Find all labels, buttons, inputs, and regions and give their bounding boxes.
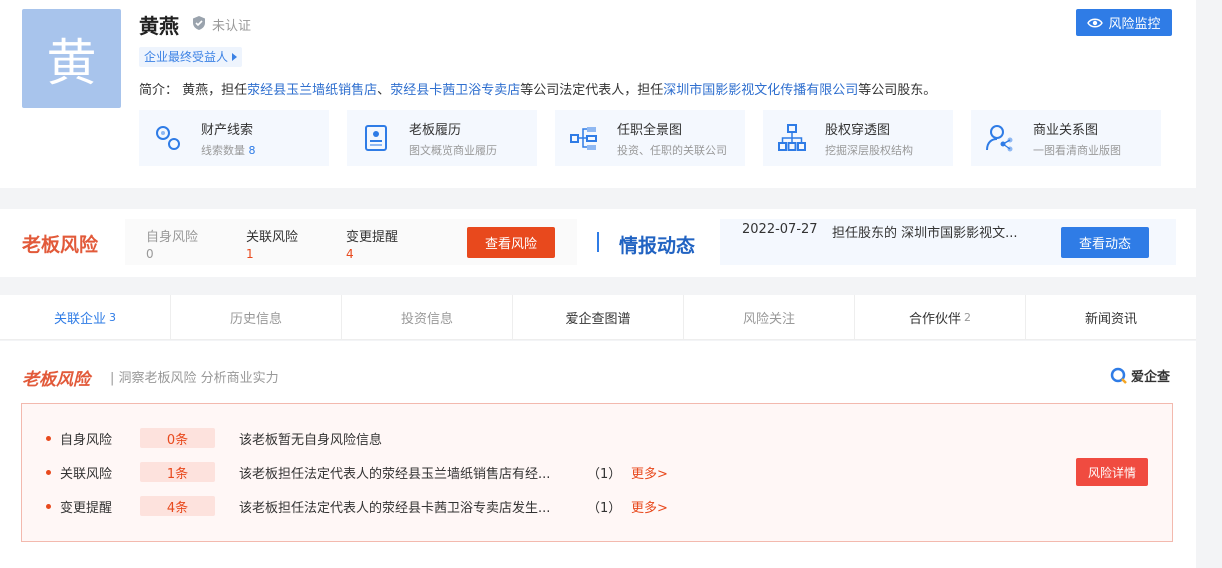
feature-position-panorama[interactable]: 任职全景图 投资、任职的关联公司 <box>555 110 745 166</box>
eye-icon <box>1087 18 1104 27</box>
row-count: （1） <box>587 501 622 516</box>
verify-status: 未认证 <box>212 19 252 34</box>
avatar: 黄 <box>22 9 121 108</box>
feature-business-relation[interactable]: 商业关系图 一图看清商业版图 <box>971 110 1161 166</box>
view-dynamics-button[interactable]: 查看动态 <box>1061 227 1149 258</box>
count-pill: 0条 <box>140 428 215 448</box>
boss-risk-title: 老板风险 <box>22 234 99 256</box>
section-subtitle: | 洞察老板风险 分析商业实力 <box>110 371 279 386</box>
beneficiary-tag[interactable]: 企业最终受益人 <box>139 47 243 67</box>
tab-bar: 关联企业 3 历史信息 投资信息 爱企查图谱 风险关注 合作伙伴 2 新闻资讯 <box>0 295 1196 340</box>
caret-right-icon <box>232 53 238 61</box>
more-link[interactable]: 更多> <box>631 497 668 516</box>
resume-icon <box>357 119 395 157</box>
risk-row-related: 关联风险 1条 该老板担任法定代表人的荥经县玉兰墙纸销售店有经... （1） 更… <box>0 462 1196 482</box>
company-link-3[interactable]: 深圳市国影影视文化传播有限公司 <box>663 83 858 98</box>
bullet-dot <box>46 469 51 475</box>
tab-history[interactable]: 历史信息 <box>171 295 342 339</box>
count-pill: 1条 <box>140 462 215 482</box>
intro-text: 简介： 黄燕，担任荥经县玉兰墙纸销售店、荥经县卡茜卫浴专卖店等公司法定代表人，担… <box>139 83 937 98</box>
company-link-1[interactable]: 荥经县玉兰墙纸销售店 <box>247 83 377 98</box>
risk-row-self: 自身风险 0条 该老板暂无自身风险信息 <box>0 428 1196 448</box>
beneficiary-tag-label: 企业最终受益人 <box>144 50 229 64</box>
related-risk-stat: 关联风险 1 <box>246 230 299 261</box>
tab-aiqicha-graph[interactable]: 爱企查图谱 <box>513 295 684 339</box>
intel-date: 2022-07-27 <box>742 222 818 237</box>
row-text: 该老板暂无自身风险信息 <box>239 433 383 448</box>
tab-partners[interactable]: 合作伙伴 2 <box>855 295 1026 339</box>
row-text[interactable]: 该老板担任法定代表人的荥经县玉兰墙纸销售店有经... <box>239 463 550 482</box>
row-text[interactable]: 该老板担任法定代表人的荥经县卡茜卫浴专卖店发生... <box>239 497 550 516</box>
feature-property-clues[interactable]: 财产线索 线索数量 8 <box>139 110 329 166</box>
bullet-dot <box>46 435 51 441</box>
intel-text[interactable]: 担任股东的 深圳市国影影视文... <box>832 222 1018 241</box>
person-name: 黄燕 <box>139 14 179 38</box>
section-title: 老板风险 <box>22 370 90 390</box>
risk-monitor-label: 风险监控 <box>1108 17 1161 32</box>
intel-title: 情报动态 <box>619 235 696 257</box>
feature-boss-resume[interactable]: 老板履历 图文概览商业履历 <box>347 110 537 166</box>
risk-detail-button[interactable]: 风险详情 <box>1076 458 1148 486</box>
tab-risk-focus[interactable]: 风险关注 <box>684 295 855 339</box>
more-link[interactable]: 更多> <box>631 463 668 482</box>
aiqicha-logo: 爱企查 <box>1110 366 1170 385</box>
row-count: （1） <box>587 467 622 482</box>
risk-monitor-button[interactable]: 风险监控 <box>1076 9 1172 36</box>
bullet-dot <box>46 503 51 509</box>
property-icon <box>149 119 187 157</box>
tab-news[interactable]: 新闻资讯 <box>1026 295 1196 339</box>
self-risk-stat: 自身风险 0 <box>146 230 199 261</box>
tab-related-companies[interactable]: 关联企业 3 <box>0 295 171 339</box>
relation-icon <box>981 119 1019 157</box>
panorama-icon <box>565 119 603 157</box>
risk-row-change: 变更提醒 4条 该老板担任法定代表人的荥经县卡茜卫浴专卖店发生... （1） 更… <box>0 496 1196 516</box>
divider <box>597 232 599 252</box>
company-link-2[interactable]: 荥经县卡茜卫浴专卖店 <box>390 83 520 98</box>
aiqicha-search-icon <box>1110 367 1127 384</box>
view-risk-button[interactable]: 查看风险 <box>467 227 555 258</box>
verify-shield-icon <box>193 16 205 30</box>
equity-icon <box>773 119 811 157</box>
count-pill: 4条 <box>140 496 215 516</box>
feature-equity-penetration[interactable]: 股权穿透图 挖掘深层股权结构 <box>763 110 953 166</box>
change-reminder-stat: 变更提醒 4 <box>346 230 399 261</box>
tab-investment[interactable]: 投资信息 <box>342 295 513 339</box>
